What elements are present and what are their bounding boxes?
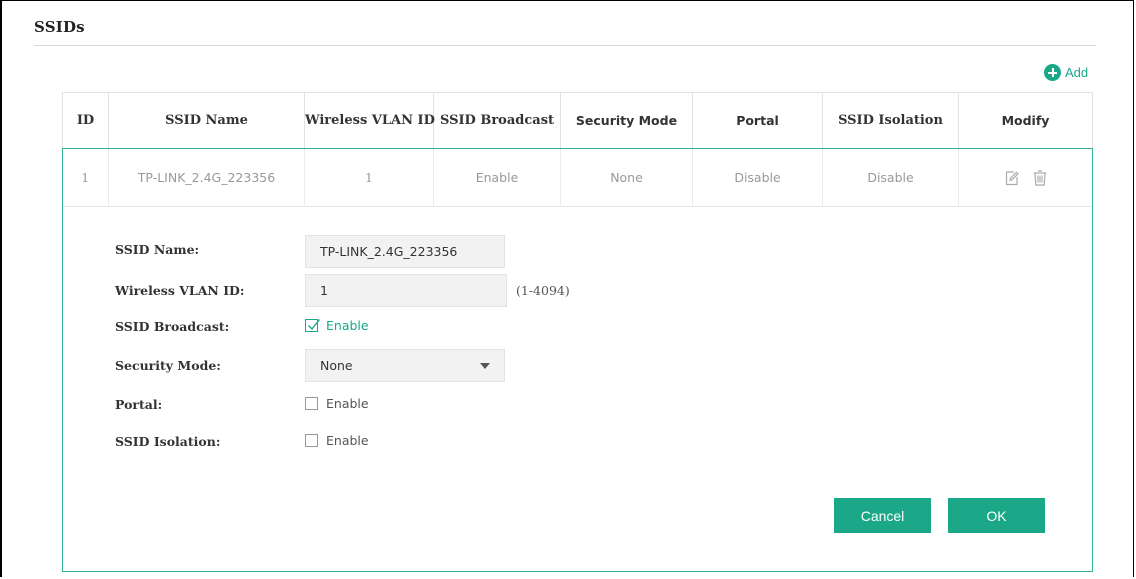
table-row: 1 TP-LINK_2.4G_223356 1 Enable None Disa… xyxy=(62,148,1093,207)
header-ssid-name: SSID Name xyxy=(108,92,305,149)
header-portal: Portal xyxy=(692,92,823,149)
checkbox-box xyxy=(305,397,318,410)
section-title: SSIDs xyxy=(34,18,85,36)
checkbox-box xyxy=(305,434,318,447)
vlan-id-label: Wireless VLAN ID: xyxy=(115,283,245,298)
cell-vlan-id: 1 xyxy=(304,148,434,206)
security-mode-label: Security Mode: xyxy=(115,358,221,373)
ok-button[interactable]: OK xyxy=(948,498,1045,533)
ssid-isolation-checkbox[interactable]: Enable xyxy=(305,433,369,448)
add-ssid-button[interactable]: Add xyxy=(1044,64,1088,81)
cancel-button[interactable]: Cancel xyxy=(834,498,931,533)
add-label: Add xyxy=(1065,65,1089,80)
checkbox-box xyxy=(305,319,321,332)
checkmark-icon xyxy=(308,319,321,331)
ssid-table: ID SSID Name Wireless VLAN ID SSID Broad… xyxy=(62,92,1093,206)
portal-checkbox[interactable]: Enable xyxy=(305,396,369,411)
cell-security-mode: None xyxy=(560,148,693,206)
security-mode-value: None xyxy=(320,358,353,373)
cell-portal: Disable xyxy=(692,148,823,206)
plus-circle-icon xyxy=(1044,64,1061,81)
portal-label: Portal: xyxy=(115,397,163,412)
cell-modify xyxy=(959,149,1093,207)
cell-id: 1 xyxy=(62,148,109,206)
cell-ssid-name: TP-LINK_2.4G_223356 xyxy=(108,148,305,206)
portal-option: Enable xyxy=(326,396,369,411)
header-security-mode: Security Mode xyxy=(560,92,693,149)
edit-panel-divider xyxy=(63,206,1092,207)
trash-icon[interactable] xyxy=(1033,170,1047,186)
ssid-broadcast-checkbox[interactable]: Enable xyxy=(305,318,369,333)
header-id: ID xyxy=(62,92,109,149)
ssid-broadcast-option: Enable xyxy=(326,318,369,333)
header-ssid-isolation: SSID Isolation xyxy=(822,92,959,149)
section-divider xyxy=(34,45,1096,46)
header-modify: Modify xyxy=(958,92,1093,149)
ssid-isolation-option: Enable xyxy=(326,433,369,448)
ssid-name-input[interactable] xyxy=(305,235,505,268)
header-vlan-id: Wireless VLAN ID xyxy=(304,92,435,149)
vlan-id-range-hint: (1-4094) xyxy=(516,283,570,298)
header-ssid-broadcast: SSID Broadcast xyxy=(433,92,561,149)
security-mode-select[interactable]: None xyxy=(305,349,505,382)
edit-icon[interactable] xyxy=(1005,170,1019,186)
caret-down-icon xyxy=(480,362,490,369)
table-header-row: ID SSID Name Wireless VLAN ID SSID Broad… xyxy=(62,92,1093,149)
vlan-id-input[interactable] xyxy=(305,274,507,307)
cell-isolation: Disable xyxy=(822,148,959,206)
ssid-broadcast-label: SSID Broadcast: xyxy=(115,319,230,334)
cell-broadcast: Enable xyxy=(433,148,561,206)
ssid-name-label: SSID Name: xyxy=(115,242,200,257)
ssid-isolation-label: SSID Isolation: xyxy=(115,434,221,449)
